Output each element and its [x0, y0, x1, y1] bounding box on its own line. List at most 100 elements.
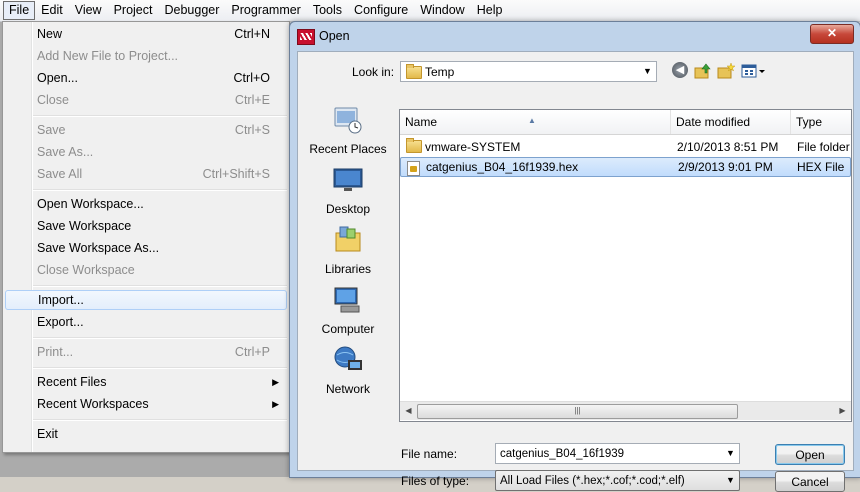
open-dialog: Open ✕ Look in: Temp ▼ ◀ Recent Places D… [289, 21, 860, 492]
file-name: vmware-SYSTEM [425, 140, 521, 154]
place-network[interactable]: Network [302, 344, 394, 404]
menu-item-close-workspace[interactable]: Close Workspace [5, 260, 287, 280]
menu-item-shortcut: Ctrl+N [234, 27, 270, 41]
place-label: Desktop [325, 202, 371, 216]
menu-item-export[interactable]: Export... [5, 312, 287, 332]
menu-item-recent-files[interactable]: Recent Files ▶ [5, 372, 287, 392]
menu-item-open[interactable]: Open... Ctrl+O [5, 68, 287, 88]
place-computer[interactable]: Computer [302, 284, 394, 344]
status-area [0, 452, 290, 477]
menu-project[interactable]: Project [108, 1, 159, 20]
submenu-arrow-icon: ▶ [272, 377, 279, 387]
column-header-type[interactable]: Type [791, 110, 851, 134]
computer-icon [334, 287, 360, 313]
look-in-value: Temp [425, 65, 455, 79]
view-menu-icon [741, 64, 765, 78]
file-name: catgenius_B04_16f1939.hex [426, 160, 579, 174]
view-menu-button[interactable] [741, 62, 767, 80]
menu-item-shortcut: Ctrl+P [234, 345, 270, 359]
submenu-arrow-icon: ▶ [272, 399, 279, 409]
menu-item-label: Recent Files [37, 375, 107, 389]
menu-tools[interactable]: Tools [307, 1, 348, 20]
file-type-label: Files of type: [401, 474, 470, 488]
menu-item-save-all[interactable]: Save All Ctrl+Shift+S [5, 164, 287, 184]
chevron-down-icon[interactable]: ▼ [722, 444, 739, 463]
menu-separator [33, 115, 287, 117]
menu-item-shortcut: Ctrl+E [234, 93, 270, 107]
menu-window[interactable]: Window [414, 1, 470, 20]
back-button[interactable]: ◀ [672, 62, 690, 80]
menu-programmer[interactable]: Programmer [225, 1, 306, 20]
menu-item-shortcut: Ctrl+O [233, 71, 270, 85]
column-header-row: Name ▲ Date modified Type [400, 110, 851, 135]
close-button[interactable]: ✕ [810, 24, 854, 44]
menu-item-label: New [37, 27, 63, 41]
place-libraries[interactable]: Libraries [302, 224, 394, 284]
menu-separator [33, 367, 287, 369]
file-list: Name ▲ Date modified Type vmware-SYSTEM 2… [399, 109, 852, 422]
file-type: File folder [797, 140, 850, 154]
menu-edit[interactable]: Edit [35, 1, 69, 20]
look-in-label: Look in: [352, 65, 395, 79]
cancel-button[interactable]: Cancel [775, 471, 845, 492]
file-name-label: File name: [401, 447, 458, 461]
menu-item-label: Import... [38, 293, 84, 307]
chevron-down-icon: ▼ [643, 66, 652, 76]
sort-ascending-icon: ▲ [528, 116, 536, 125]
menu-item-label: Open Workspace... [37, 197, 144, 211]
file-type-dropdown[interactable]: All Load Files (*.hex;*.cof;*.cod;*.elf)… [495, 470, 740, 491]
scroll-thumb[interactable]: ||| [417, 404, 738, 419]
menu-item-close[interactable]: Close Ctrl+E [5, 90, 287, 110]
menu-file[interactable]: File [3, 1, 36, 20]
menu-item-label: Save Workspace [37, 219, 132, 233]
scroll-right-icon[interactable]: ▶ [834, 402, 851, 419]
menu-item-recent-workspaces[interactable]: Recent Workspaces ▶ [5, 394, 287, 414]
column-header-label: Name [405, 115, 438, 129]
menu-debugger[interactable]: Debugger [158, 1, 225, 20]
open-button[interactable]: Open [775, 444, 845, 465]
menu-item-label: Recent Workspaces [37, 397, 149, 411]
file-type-value: All Load Files (*.hex;*.cof;*.cod;*.elf) [500, 475, 685, 487]
file-row[interactable]: vmware-SYSTEM 2/10/2013 8:51 PM File fol… [400, 137, 851, 157]
menu-item-add-new-file[interactable]: Add New File to Project... [5, 46, 287, 66]
new-folder-icon [717, 62, 736, 79]
libraries-icon [335, 226, 361, 252]
menu-item-save[interactable]: Save Ctrl+S [5, 120, 287, 140]
menu-item-label: Close [37, 93, 69, 107]
folder-icon [406, 64, 422, 79]
menu-item-exit[interactable]: Exit [5, 424, 287, 444]
file-row-selected[interactable]: catgenius_B04_16f1939.hex 2/9/2013 9:01 … [400, 157, 851, 177]
menu-item-import[interactable]: Import... [5, 290, 287, 310]
menu-help[interactable]: Help [471, 1, 509, 20]
chevron-down-icon: ▼ [726, 475, 735, 485]
menu-configure[interactable]: Configure [348, 1, 414, 20]
dialog-body: Look in: Temp ▼ ◀ Recent Places Desktop [297, 51, 854, 492]
places-bar: Recent Places Desktop Libraries Computer… [302, 104, 394, 414]
look-in-dropdown[interactable]: Temp ▼ [400, 61, 657, 82]
place-recent-places[interactable]: Recent Places [302, 104, 394, 164]
menu-separator [33, 285, 287, 287]
file-name-input[interactable]: catgenius_B04_16f1939 ▼ [495, 443, 740, 464]
dialog-titlebar[interactable]: Open ✕ [290, 22, 860, 50]
menu-item-print[interactable]: Print... Ctrl+P [5, 342, 287, 362]
menu-item-save-workspace-as[interactable]: Save Workspace As... [5, 238, 287, 258]
place-label: Libraries [324, 262, 372, 276]
new-folder-button[interactable] [717, 62, 736, 80]
up-folder-button[interactable] [694, 62, 712, 80]
microchip-logo-icon [297, 29, 315, 45]
menu-item-new[interactable]: New Ctrl+N [5, 24, 287, 44]
menu-view[interactable]: View [69, 1, 108, 20]
place-label: Recent Places [309, 142, 387, 156]
dialog-title: Open [319, 29, 350, 43]
menu-item-save-workspace[interactable]: Save Workspace [5, 216, 287, 236]
menu-item-open-workspace[interactable]: Open Workspace... [5, 194, 287, 214]
place-desktop[interactable]: Desktop [302, 164, 394, 224]
place-label: Network [325, 382, 370, 396]
menu-item-label: Save All [37, 167, 83, 181]
scroll-left-icon[interactable]: ◀ [400, 402, 417, 419]
menu-item-save-as[interactable]: Save As... [5, 142, 287, 162]
horizontal-scrollbar[interactable]: ◀ ||| ▶ [400, 401, 851, 420]
column-header-date[interactable]: Date modified [671, 110, 791, 134]
column-header-name[interactable]: Name ▲ [400, 110, 671, 134]
menu-item-label: Save [37, 123, 66, 137]
